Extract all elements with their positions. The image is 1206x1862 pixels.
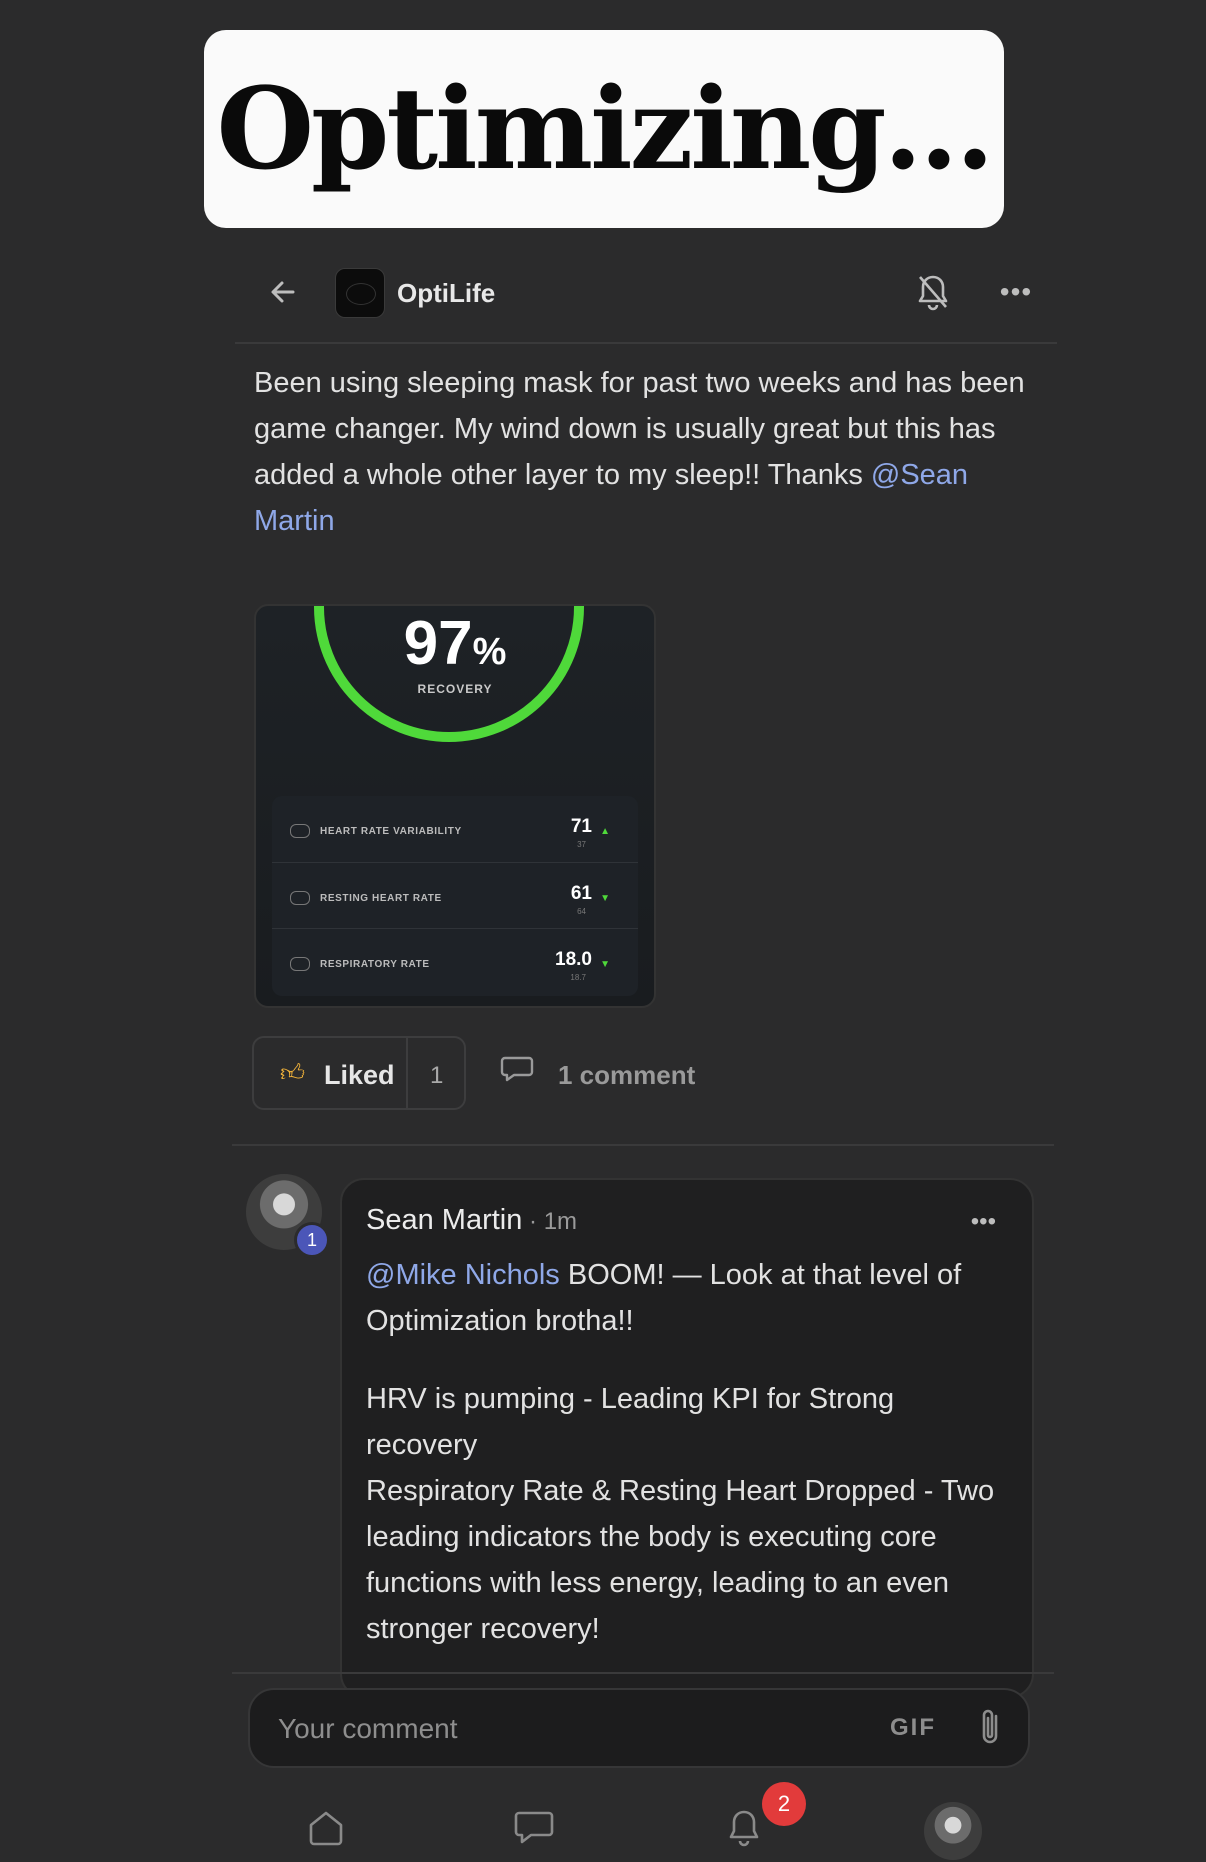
- recovery-screenshot[interactable]: 97% RECOVERY HEART RATE VARIABILITY 71 3…: [254, 604, 656, 1008]
- metric-value: 18.0: [555, 949, 592, 970]
- metric-row: RESPIRATORY RATE 18.0 18.7 ▼: [272, 928, 638, 995]
- trend-down-icon: ▼: [600, 959, 610, 970]
- liked-label: Liked: [324, 1060, 395, 1090]
- comments-button[interactable]: 1 comment: [500, 1050, 710, 1098]
- trend-down-icon: ▼: [600, 893, 610, 904]
- comment-more-button[interactable]: •••: [971, 1208, 996, 1236]
- trend-up-icon: ▲: [600, 826, 610, 837]
- comment-composer: GIF: [248, 1688, 1030, 1768]
- heart-icon: [290, 891, 310, 905]
- comment-card: Sean Martin · 1m ••• @Mike Nichols BOOM!…: [340, 1178, 1034, 1698]
- metric-row: RESTING HEART RATE 61 64 ▼: [272, 862, 638, 929]
- comments-divider: [232, 1144, 1054, 1146]
- recovery-percent: 97%: [403, 609, 507, 678]
- notification-badge: 2: [762, 1782, 806, 1826]
- hrv-icon: [290, 824, 310, 838]
- optimizing-banner: Optimizing...: [204, 30, 1004, 228]
- bell-icon: [729, 1810, 759, 1847]
- metric-baseline: 18.7: [570, 973, 586, 982]
- post-more-button[interactable]: •••: [991, 270, 1041, 314]
- metric-label: RESPIRATORY RATE: [320, 959, 430, 970]
- comment-author[interactable]: Sean Martin: [366, 1204, 522, 1236]
- comment-paragraph: Respiratory Rate & Resting Heart Dropped…: [366, 1475, 995, 1645]
- nav-profile-avatar[interactable]: [924, 1802, 982, 1860]
- post-header: OptiLife •••: [235, 262, 1055, 322]
- nav-home[interactable]: [298, 1800, 354, 1856]
- like-separator: [406, 1038, 408, 1108]
- comment-body: @Mike Nichols BOOM! — Look at that level…: [366, 1252, 1006, 1652]
- header-divider: [235, 342, 1057, 344]
- composer-divider: [232, 1672, 1054, 1674]
- metric-baseline: 37: [577, 840, 586, 849]
- metrics-panel: HEART RATE VARIABILITY 71 37 ▲ RESTING H…: [272, 796, 638, 996]
- nav-messages[interactable]: [506, 1800, 562, 1856]
- thumbs-up-icon: 👍︎: [280, 1060, 306, 1087]
- recovery-label: RECOVERY: [417, 682, 493, 696]
- metric-label: RESTING HEART RATE: [320, 893, 442, 904]
- metric-value: 71: [570, 816, 592, 837]
- comment-input[interactable]: [276, 1702, 840, 1756]
- metric-row: HEART RATE VARIABILITY 71 37 ▲: [272, 796, 638, 862]
- back-arrow-icon: [271, 281, 295, 303]
- chat-icon: [514, 1811, 554, 1844]
- comment-header: Sean Martin · 1m: [366, 1204, 577, 1237]
- comment-count-label: 1 comment: [558, 1060, 696, 1090]
- like-button[interactable]: 👍︎ Liked 1: [252, 1036, 466, 1110]
- back-button[interactable]: [263, 272, 303, 312]
- app-name[interactable]: OptiLife: [397, 278, 495, 309]
- app-logo[interactable]: [335, 268, 385, 318]
- mute-notifications-button[interactable]: [911, 270, 955, 314]
- banner-title: Optimizing...: [216, 63, 994, 195]
- gif-button[interactable]: GIF: [890, 1714, 936, 1742]
- avatar-badge: 1: [294, 1222, 330, 1258]
- comment-time: · 1m: [522, 1208, 578, 1235]
- comment-paragraph: HRV is pumping - Leading KPI for Strong …: [366, 1383, 895, 1461]
- home-icon: [309, 1811, 343, 1846]
- comment-bubble-icon: [500, 1056, 534, 1082]
- metric-baseline: 64: [577, 907, 586, 916]
- paperclip-icon[interactable]: [976, 1706, 1006, 1750]
- lungs-icon: [290, 957, 310, 971]
- metric-label: HEART RATE VARIABILITY: [320, 826, 462, 837]
- like-count[interactable]: 1: [430, 1062, 443, 1090]
- metric-value: 61: [570, 883, 592, 904]
- bell-off-icon: [918, 275, 948, 311]
- post-body: Been using sleeping mask for past two we…: [254, 360, 1034, 544]
- bottom-nav: 2: [234, 1782, 1034, 1862]
- comment-mention-link[interactable]: @Mike Nichols: [366, 1259, 560, 1291]
